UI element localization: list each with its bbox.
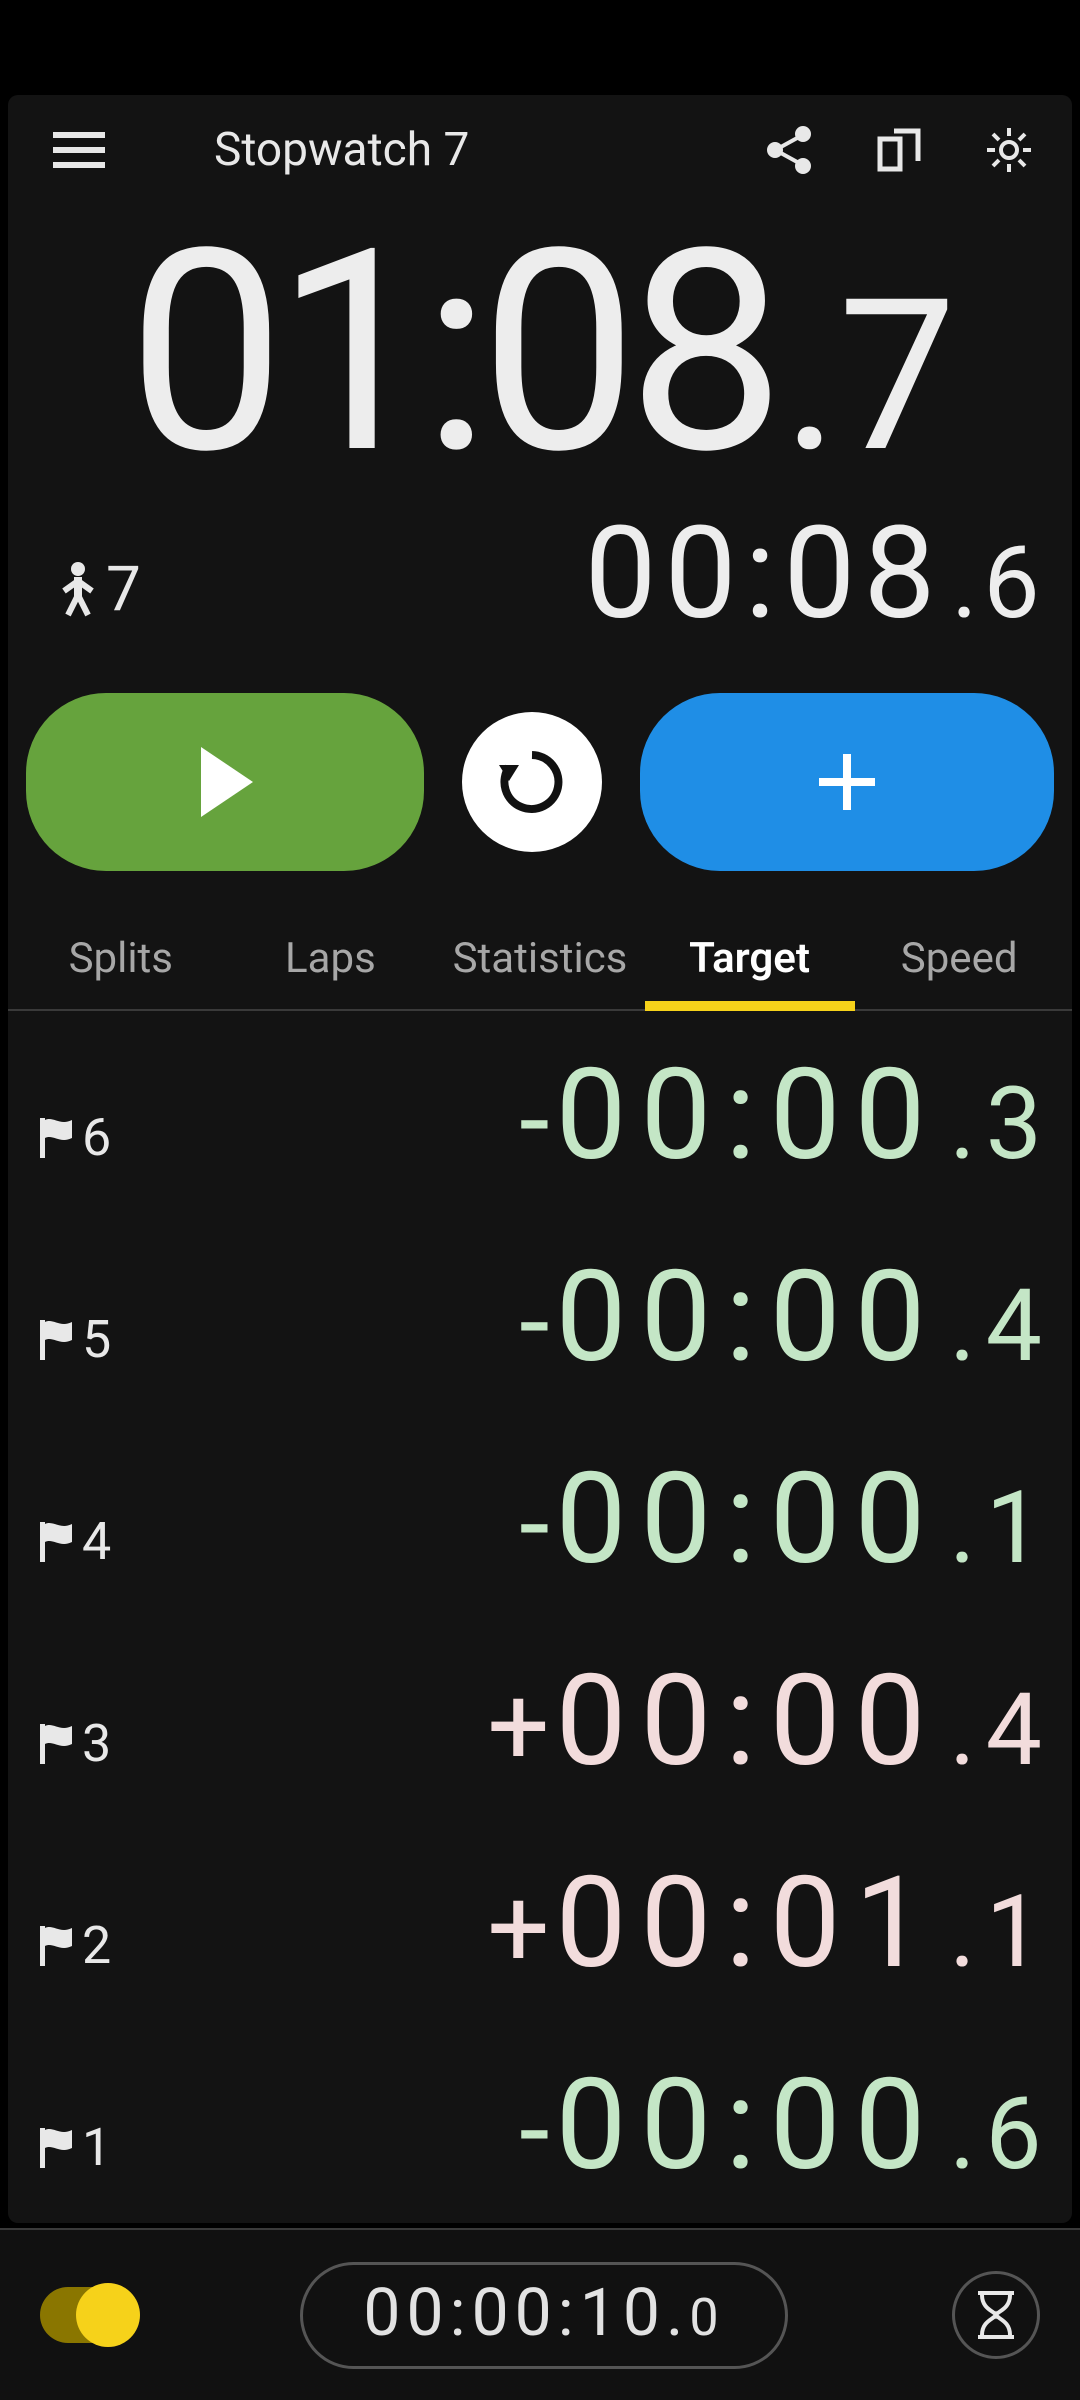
elapsed-tenth: 7 xyxy=(838,272,956,482)
row-mmss: 00:00 xyxy=(556,2051,940,2199)
flag-icon xyxy=(38,1924,76,1966)
multiwindow-icon xyxy=(874,125,924,175)
row-sign: - xyxy=(519,2066,549,2195)
row-delta: +00:01.1 xyxy=(188,1849,1042,1997)
hourglass-button[interactable] xyxy=(952,2271,1040,2359)
gear-icon xyxy=(984,125,1034,175)
controls-row xyxy=(8,679,1072,911)
lap-dot: . xyxy=(951,525,975,642)
add-button[interactable] xyxy=(640,693,1054,871)
target-rows: 6-00:00.35-00:00.44-00:00.13+00:00.42+00… xyxy=(8,1011,1072,2223)
row-flag: 1 xyxy=(38,2117,188,2178)
tab-speed[interactable]: Speed xyxy=(854,934,1064,1009)
row-index: 5 xyxy=(82,1309,111,1370)
play-icon xyxy=(195,747,255,817)
row-flag: 3 xyxy=(38,1713,188,1774)
hamburger-icon xyxy=(53,130,105,170)
row-mmss: 00:00 xyxy=(556,1647,940,1795)
row-delta: -00:00.4 xyxy=(188,1243,1042,1391)
lap-time: 00:08 . 6 xyxy=(585,499,1038,649)
menu-button[interactable] xyxy=(44,115,114,185)
target-row[interactable]: 4 -00:00.1 xyxy=(8,1415,1072,1617)
row-flag: 4 xyxy=(38,1511,188,1572)
row-tenth: 6 xyxy=(986,2076,1042,2193)
row-flag: 2 xyxy=(38,1915,188,1976)
app-window: Stopwatch 7 xyxy=(8,95,1072,2223)
row-sign: + xyxy=(487,1864,549,1993)
flag-icon xyxy=(38,2126,76,2168)
tab-splits[interactable]: Splits xyxy=(16,934,226,1009)
footer-target-time[interactable]: 00:00:10.0 xyxy=(176,2262,912,2369)
footer-time-main: 00:00:10 xyxy=(363,2275,666,2352)
share-icon xyxy=(765,126,813,174)
share-button[interactable] xyxy=(754,115,824,185)
row-sign: - xyxy=(519,1056,549,1185)
row-index: 1 xyxy=(82,2117,111,2178)
elapsed-time: 01:08 . 7 xyxy=(8,213,1072,493)
tab-statistics[interactable]: Statistics xyxy=(435,934,645,1009)
target-toggle[interactable] xyxy=(40,2287,136,2343)
row-tenth: 1 xyxy=(986,1470,1042,1587)
footer-time-tenth: 0 xyxy=(689,2287,724,2348)
elapsed-dot: . xyxy=(783,272,838,482)
target-row[interactable]: 6 -00:00.3 xyxy=(8,1011,1072,1213)
flag-icon xyxy=(38,1116,76,1158)
row-index: 3 xyxy=(82,1713,111,1774)
row-sign: - xyxy=(519,1460,549,1589)
target-row[interactable]: 3 +00:00.4 xyxy=(8,1617,1072,1819)
row-mmss: 00:00 xyxy=(556,1041,940,1189)
runner-count: 7 xyxy=(58,553,141,626)
multiwindow-button[interactable] xyxy=(864,115,934,185)
start-button[interactable] xyxy=(26,693,424,871)
row-mmss: 00:01 xyxy=(556,1849,940,1997)
row-flag: 6 xyxy=(38,1107,188,1168)
status-bar xyxy=(0,0,1080,95)
app-title: Stopwatch 7 xyxy=(214,123,714,177)
row-mmss: 00:00 xyxy=(556,1243,940,1391)
target-row[interactable]: 2 +00:01.1 xyxy=(8,1819,1072,2021)
row-sign: - xyxy=(519,1258,549,1387)
footer-bar: 00:00:10.0 xyxy=(0,2228,1080,2400)
settings-button[interactable] xyxy=(974,115,1044,185)
hourglass-icon xyxy=(974,2289,1018,2341)
row-tenth: 3 xyxy=(986,1066,1042,1183)
flag-icon xyxy=(38,1722,76,1764)
person-icon xyxy=(58,561,98,617)
row-index: 2 xyxy=(82,1915,111,1976)
row-index: 6 xyxy=(82,1107,111,1168)
tab-target[interactable]: Target xyxy=(645,934,855,1009)
toggle-knob xyxy=(76,2283,140,2347)
row-mmss: 00:00 xyxy=(556,1445,940,1593)
lap-mmss: 00:08 xyxy=(585,499,944,649)
row-sign: + xyxy=(487,1662,549,1791)
tab-bar: Splits Laps Statistics Target Speed xyxy=(8,911,1072,1011)
target-row[interactable]: 1 -00:00.6 xyxy=(8,2021,1072,2223)
tab-laps[interactable]: Laps xyxy=(226,934,436,1009)
flag-icon xyxy=(38,1318,76,1360)
reset-button[interactable] xyxy=(462,712,602,852)
row-delta: -00:00.3 xyxy=(188,1041,1042,1189)
row-tenth: 4 xyxy=(986,1268,1042,1385)
row-tenth: 4 xyxy=(986,1672,1042,1789)
runner-count-value: 7 xyxy=(106,553,141,626)
row-delta: -00:00.6 xyxy=(188,2051,1042,2199)
row-delta: -00:00.1 xyxy=(188,1445,1042,1593)
row-flag: 5 xyxy=(38,1309,188,1370)
plus-icon xyxy=(815,750,879,814)
flag-icon xyxy=(38,1520,76,1562)
lap-info-row: 7 00:08 . 6 xyxy=(8,499,1072,679)
reset-icon xyxy=(495,745,569,819)
row-tenth: 1 xyxy=(986,1874,1042,1991)
row-delta: +00:00.4 xyxy=(188,1647,1042,1795)
row-index: 4 xyxy=(82,1511,111,1572)
elapsed-mmss: 01:08 xyxy=(128,213,775,493)
target-row[interactable]: 5 -00:00.4 xyxy=(8,1213,1072,1415)
lap-tenth: 6 xyxy=(984,525,1038,642)
